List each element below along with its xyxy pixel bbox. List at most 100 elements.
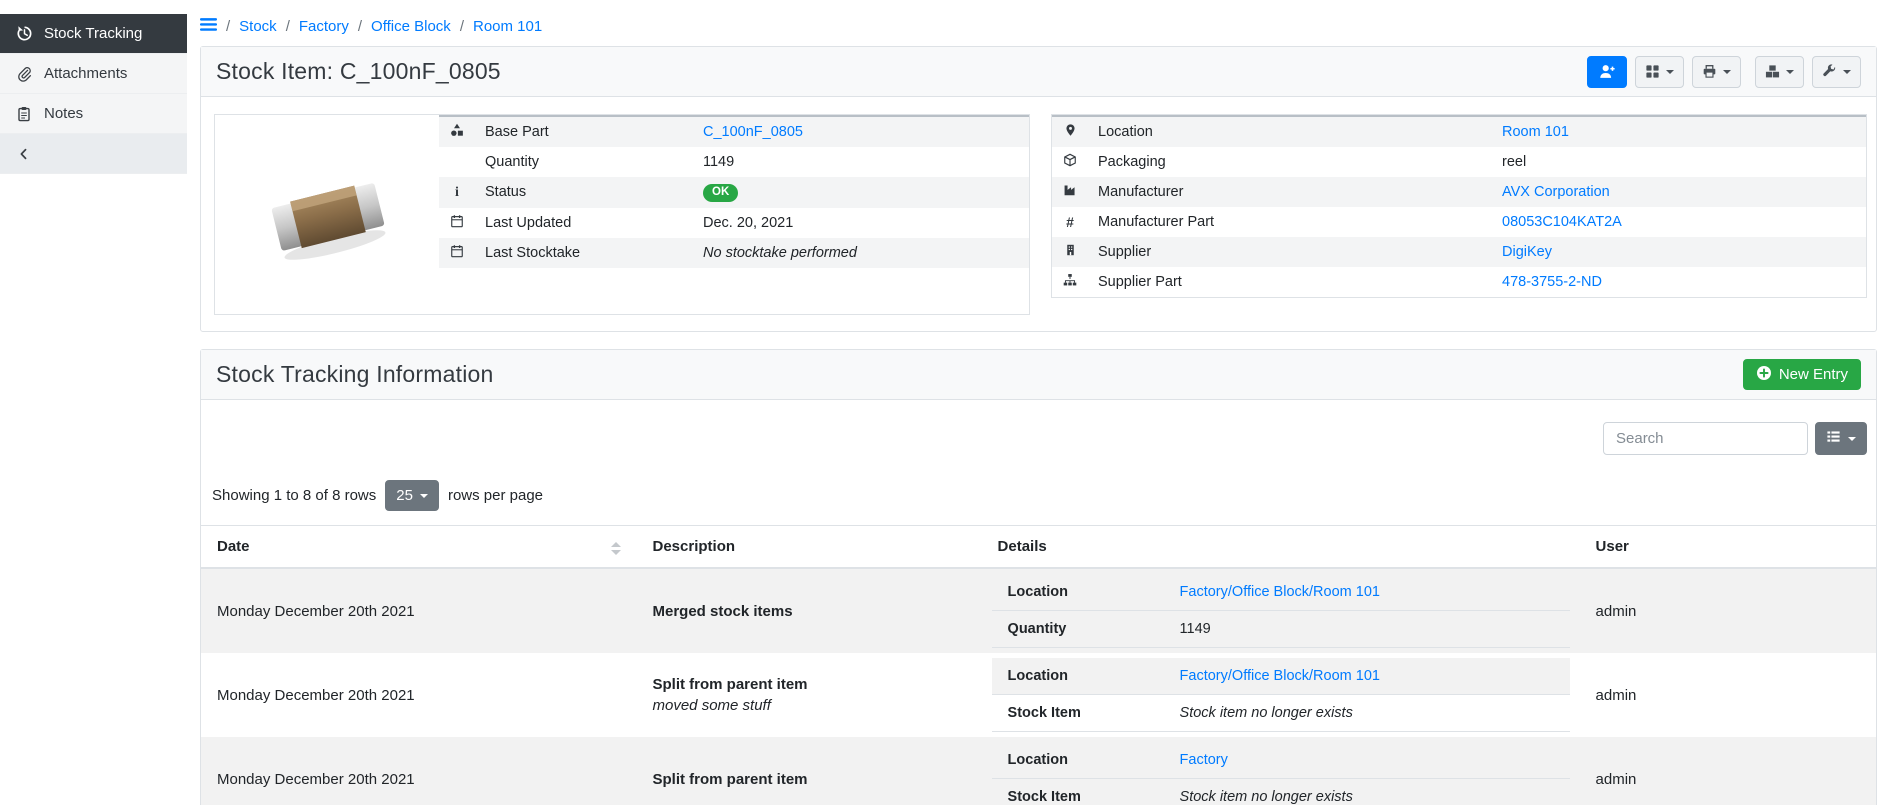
stock-item-panel-heading: Stock Item: C_100nF_0805: [201, 47, 1876, 97]
tracking-detail-row: Location Factory: [992, 742, 1570, 779]
new-entry-button[interactable]: New Entry: [1743, 359, 1861, 390]
detail-box-sourcing: Location Room 101 Packaging reel Manufac…: [1051, 114, 1867, 298]
tracking-panel: Stock Tracking Information New Entry: [200, 349, 1877, 805]
breadcrumb-link-room-101[interactable]: Room 101: [473, 18, 542, 35]
tracking-detail-value: 1149: [1164, 611, 1570, 648]
sidebar-item-stock-tracking[interactable]: Stock Tracking: [0, 14, 187, 54]
tracking-description: Merged stock items: [653, 603, 966, 620]
detail-row-last-stocktake: Last Stocktake No stocktake performed: [439, 238, 1029, 268]
grid-icon: [1645, 64, 1660, 79]
supplier-link[interactable]: DigiKey: [1502, 244, 1552, 260]
view-options-button[interactable]: [1635, 56, 1684, 88]
tracking-detail-label: Location: [992, 574, 1164, 611]
sidebar-collapse-button[interactable]: [0, 134, 187, 174]
history-icon: [15, 25, 33, 43]
boxes-icon: [1765, 64, 1780, 79]
manufacturer-part-link[interactable]: 08053C104KAT2A: [1502, 214, 1622, 230]
last-updated-value: Dec. 20, 2021: [693, 208, 1029, 238]
detail-label: Last Stocktake: [475, 238, 693, 268]
base-part-link[interactable]: C_100nF_0805: [703, 124, 803, 140]
breadcrumb-link-factory[interactable]: Factory: [299, 18, 349, 35]
detail-row-supplier: Supplier DigiKey: [1052, 237, 1866, 267]
tracking-detail-row: Quantity 1149: [992, 611, 1570, 648]
user-icon: [1599, 63, 1616, 80]
tracking-location-link[interactable]: Factory/Office Block/Room 101: [1180, 584, 1380, 600]
supplier-part-link[interactable]: 478-3755-2-ND: [1502, 274, 1602, 290]
capacitor-image: [252, 153, 402, 277]
toolbar: [1587, 56, 1861, 88]
tracking-date: Monday December 20th 2021: [201, 568, 637, 653]
detail-label: Packaging: [1088, 147, 1492, 177]
detail-row-location: Location Room 101: [1052, 116, 1866, 147]
sidebar-item-label: Stock Tracking: [44, 25, 142, 42]
tracking-detail-row: Stock Item Stock item no longer exists: [992, 779, 1570, 805]
tracking-location-link[interactable]: Factory: [1180, 752, 1228, 768]
location-link[interactable]: Room 101: [1502, 124, 1569, 140]
caret-down-icon: [1666, 70, 1674, 74]
tracking-detail-label: Stock Item: [992, 779, 1164, 805]
detail-row-quantity: Quantity 1149: [439, 147, 1029, 177]
printer-icon: [1702, 64, 1717, 79]
sidebar-item-attachments[interactable]: Attachments: [0, 54, 187, 94]
menu-toggle-button[interactable]: [200, 17, 217, 36]
table-row: Monday December 20th 2021 Split from par…: [201, 737, 1876, 805]
column-header-date[interactable]: Date: [201, 526, 637, 569]
detail-box-part: Base Part C_100nF_0805 Quantity 1149 i S…: [214, 114, 1030, 315]
info-icon: i: [455, 185, 459, 200]
page-title: Stock Item: C_100nF_0805: [216, 58, 501, 85]
tracking-description: Split from parent item: [653, 676, 966, 693]
tracking-user: admin: [1580, 737, 1876, 805]
detail-label: Supplier Part: [1088, 267, 1492, 297]
hamburger-icon: [200, 17, 217, 36]
status-badge: OK: [703, 184, 738, 202]
pagination-info: Showing 1 to 8 of 8 rows: [212, 487, 376, 504]
tracking-detail-label: Quantity: [992, 611, 1164, 648]
tracking-location-link[interactable]: Factory/Office Block/Room 101: [1180, 668, 1380, 684]
breadcrumb-link-stock[interactable]: Stock: [239, 18, 277, 35]
packaging-value: reel: [1492, 147, 1866, 177]
paperclip-icon: [15, 65, 33, 83]
print-actions-button[interactable]: [1692, 56, 1741, 88]
manufacturer-link[interactable]: AVX Corporation: [1502, 184, 1610, 200]
search-input[interactable]: [1603, 422, 1808, 455]
shapes-icon: [450, 125, 464, 141]
new-entry-label: New Entry: [1779, 366, 1848, 383]
clipboard-icon: [15, 105, 33, 123]
column-header-user: User: [1580, 526, 1876, 569]
tracking-detail-row: Location Factory/Office Block/Room 101: [992, 658, 1570, 695]
tracking-detail-label: Location: [992, 658, 1164, 695]
caret-down-icon: [1723, 70, 1731, 74]
detail-label: Quantity: [475, 147, 693, 177]
app: Stock Tracking Attachments Notes: [0, 0, 1887, 805]
detail-row-manufacturer-part: # Manufacturer Part 08053C104KAT2A: [1052, 207, 1866, 237]
breadcrumb-link-office-block[interactable]: Office Block: [371, 18, 451, 35]
detail-label: Status: [475, 177, 693, 208]
map-marker-icon: [1064, 125, 1077, 141]
table-controls: [201, 400, 1876, 455]
part-thumbnail[interactable]: [215, 115, 439, 314]
sidebar-item-notes[interactable]: Notes: [0, 94, 187, 134]
detail-label: Last Updated: [475, 208, 693, 238]
list-icon: [1826, 429, 1841, 448]
page-size-dropdown[interactable]: 25: [385, 480, 439, 511]
pagination-bar: Showing 1 to 8 of 8 rows 25 rows per pag…: [201, 455, 1876, 511]
breadcrumb-separator: /: [226, 18, 230, 35]
stock-actions-button[interactable]: [1755, 56, 1804, 88]
column-header-details: Details: [982, 526, 1580, 569]
breadcrumb-separator: /: [358, 18, 362, 35]
tracking-note: moved some stuff: [653, 697, 966, 714]
detail-row-packaging: Packaging reel: [1052, 147, 1866, 177]
sort-icon: [611, 542, 621, 555]
building-icon: [1064, 245, 1077, 261]
tracking-detail-value: Stock item no longer exists: [1180, 789, 1353, 805]
detail-row-base-part: Base Part C_100nF_0805: [439, 116, 1029, 147]
calendar-icon: [450, 246, 464, 262]
columns-button[interactable]: [1815, 422, 1867, 455]
admin-actions-button[interactable]: [1812, 56, 1861, 88]
tracking-detail-value: Stock item no longer exists: [1180, 705, 1353, 721]
hashtag-icon: #: [1066, 214, 1074, 230]
stock-item-edit-button[interactable]: [1587, 56, 1627, 88]
column-header-description: Description: [637, 526, 982, 569]
rows-per-page-label: rows per page: [448, 487, 543, 504]
detail-label: Manufacturer Part: [1088, 207, 1492, 237]
